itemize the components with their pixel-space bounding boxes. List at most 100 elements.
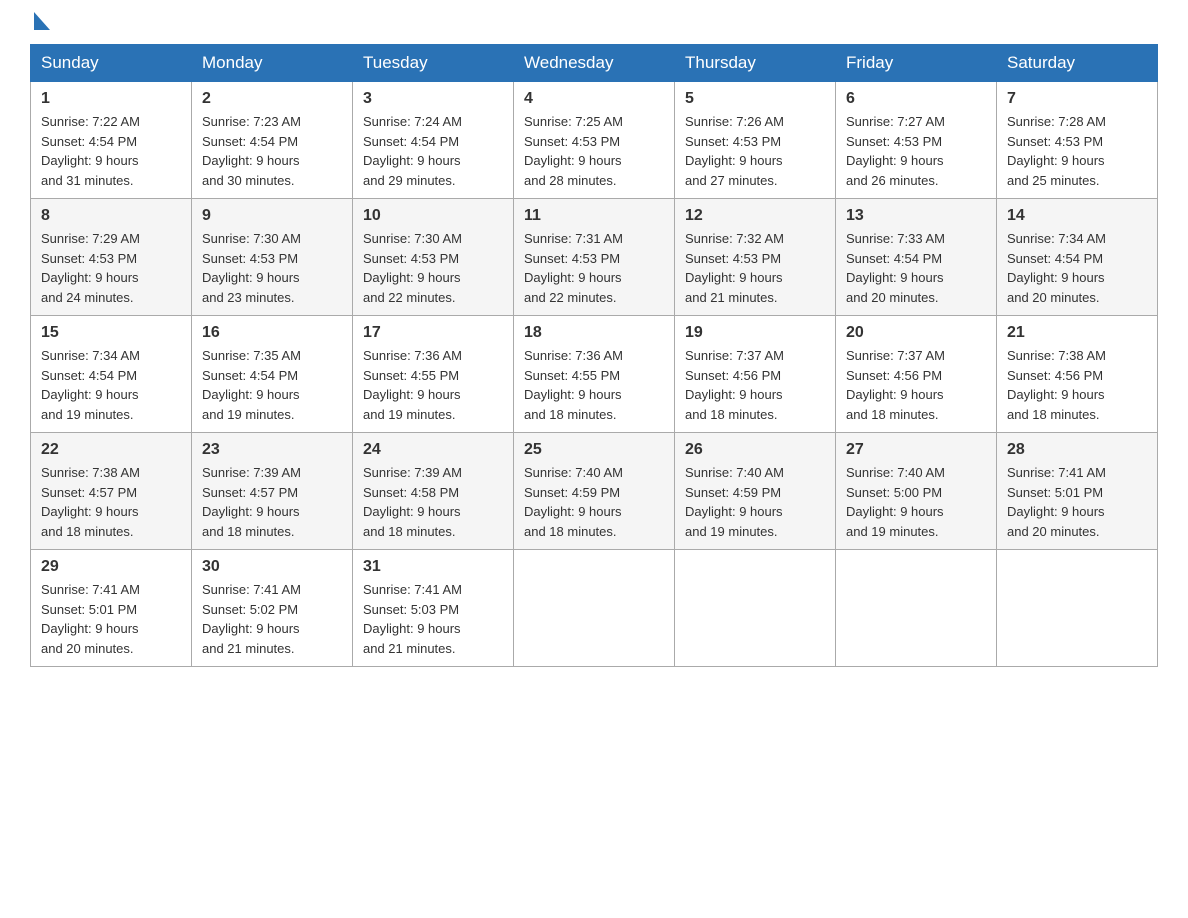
- calendar-cell: 16 Sunrise: 7:35 AMSunset: 4:54 PMDaylig…: [192, 316, 353, 433]
- calendar-cell: 25 Sunrise: 7:40 AMSunset: 4:59 PMDaylig…: [514, 433, 675, 550]
- day-info: Sunrise: 7:31 AMSunset: 4:53 PMDaylight:…: [524, 231, 623, 305]
- day-info: Sunrise: 7:24 AMSunset: 4:54 PMDaylight:…: [363, 114, 462, 188]
- day-info: Sunrise: 7:39 AMSunset: 4:58 PMDaylight:…: [363, 465, 462, 539]
- day-number: 23: [202, 441, 342, 459]
- calendar-cell: 21 Sunrise: 7:38 AMSunset: 4:56 PMDaylig…: [997, 316, 1158, 433]
- day-info: Sunrise: 7:33 AMSunset: 4:54 PMDaylight:…: [846, 231, 945, 305]
- calendar-cell: 18 Sunrise: 7:36 AMSunset: 4:55 PMDaylig…: [514, 316, 675, 433]
- calendar-cell: 17 Sunrise: 7:36 AMSunset: 4:55 PMDaylig…: [353, 316, 514, 433]
- calendar-cell: 11 Sunrise: 7:31 AMSunset: 4:53 PMDaylig…: [514, 199, 675, 316]
- day-info: Sunrise: 7:30 AMSunset: 4:53 PMDaylight:…: [202, 231, 301, 305]
- calendar-cell: 10 Sunrise: 7:30 AMSunset: 4:53 PMDaylig…: [353, 199, 514, 316]
- day-info: Sunrise: 7:40 AMSunset: 5:00 PMDaylight:…: [846, 465, 945, 539]
- calendar-cell: 22 Sunrise: 7:38 AMSunset: 4:57 PMDaylig…: [31, 433, 192, 550]
- day-info: Sunrise: 7:41 AMSunset: 5:03 PMDaylight:…: [363, 582, 462, 656]
- calendar-cell: 26 Sunrise: 7:40 AMSunset: 4:59 PMDaylig…: [675, 433, 836, 550]
- day-number: 5: [685, 90, 825, 108]
- weekday-header-row: SundayMondayTuesdayWednesdayThursdayFrid…: [31, 45, 1158, 82]
- calendar-cell: 23 Sunrise: 7:39 AMSunset: 4:57 PMDaylig…: [192, 433, 353, 550]
- day-number: 9: [202, 207, 342, 225]
- day-number: 30: [202, 558, 342, 576]
- calendar-table: SundayMondayTuesdayWednesdayThursdayFrid…: [30, 44, 1158, 667]
- day-number: 13: [846, 207, 986, 225]
- logo: [30, 20, 50, 24]
- calendar-cell: 15 Sunrise: 7:34 AMSunset: 4:54 PMDaylig…: [31, 316, 192, 433]
- calendar-cell: 3 Sunrise: 7:24 AMSunset: 4:54 PMDayligh…: [353, 82, 514, 199]
- day-info: Sunrise: 7:41 AMSunset: 5:02 PMDaylight:…: [202, 582, 301, 656]
- calendar-week-row: 22 Sunrise: 7:38 AMSunset: 4:57 PMDaylig…: [31, 433, 1158, 550]
- calendar-week-row: 29 Sunrise: 7:41 AMSunset: 5:01 PMDaylig…: [31, 550, 1158, 667]
- day-info: Sunrise: 7:29 AMSunset: 4:53 PMDaylight:…: [41, 231, 140, 305]
- day-number: 2: [202, 90, 342, 108]
- day-info: Sunrise: 7:22 AMSunset: 4:54 PMDaylight:…: [41, 114, 140, 188]
- weekday-header-saturday: Saturday: [997, 45, 1158, 82]
- weekday-header-friday: Friday: [836, 45, 997, 82]
- calendar-cell: [997, 550, 1158, 667]
- calendar-week-row: 8 Sunrise: 7:29 AMSunset: 4:53 PMDayligh…: [31, 199, 1158, 316]
- calendar-cell: 12 Sunrise: 7:32 AMSunset: 4:53 PMDaylig…: [675, 199, 836, 316]
- calendar-cell: 28 Sunrise: 7:41 AMSunset: 5:01 PMDaylig…: [997, 433, 1158, 550]
- day-number: 20: [846, 324, 986, 342]
- day-number: 12: [685, 207, 825, 225]
- day-info: Sunrise: 7:25 AMSunset: 4:53 PMDaylight:…: [524, 114, 623, 188]
- calendar-cell: 14 Sunrise: 7:34 AMSunset: 4:54 PMDaylig…: [997, 199, 1158, 316]
- day-info: Sunrise: 7:36 AMSunset: 4:55 PMDaylight:…: [363, 348, 462, 422]
- calendar-cell: 31 Sunrise: 7:41 AMSunset: 5:03 PMDaylig…: [353, 550, 514, 667]
- day-info: Sunrise: 7:40 AMSunset: 4:59 PMDaylight:…: [524, 465, 623, 539]
- day-info: Sunrise: 7:39 AMSunset: 4:57 PMDaylight:…: [202, 465, 301, 539]
- calendar-cell: 30 Sunrise: 7:41 AMSunset: 5:02 PMDaylig…: [192, 550, 353, 667]
- calendar-week-row: 15 Sunrise: 7:34 AMSunset: 4:54 PMDaylig…: [31, 316, 1158, 433]
- day-number: 1: [41, 90, 181, 108]
- day-number: 11: [524, 207, 664, 225]
- weekday-header-tuesday: Tuesday: [353, 45, 514, 82]
- calendar-cell: 7 Sunrise: 7:28 AMSunset: 4:53 PMDayligh…: [997, 82, 1158, 199]
- day-info: Sunrise: 7:40 AMSunset: 4:59 PMDaylight:…: [685, 465, 784, 539]
- calendar-cell: 24 Sunrise: 7:39 AMSunset: 4:58 PMDaylig…: [353, 433, 514, 550]
- logo-arrow-icon: [34, 12, 50, 30]
- weekday-header-thursday: Thursday: [675, 45, 836, 82]
- day-info: Sunrise: 7:38 AMSunset: 4:56 PMDaylight:…: [1007, 348, 1106, 422]
- day-info: Sunrise: 7:30 AMSunset: 4:53 PMDaylight:…: [363, 231, 462, 305]
- calendar-cell: 2 Sunrise: 7:23 AMSunset: 4:54 PMDayligh…: [192, 82, 353, 199]
- calendar-cell: 27 Sunrise: 7:40 AMSunset: 5:00 PMDaylig…: [836, 433, 997, 550]
- day-info: Sunrise: 7:28 AMSunset: 4:53 PMDaylight:…: [1007, 114, 1106, 188]
- weekday-header-sunday: Sunday: [31, 45, 192, 82]
- calendar-cell: 19 Sunrise: 7:37 AMSunset: 4:56 PMDaylig…: [675, 316, 836, 433]
- day-number: 28: [1007, 441, 1147, 459]
- day-number: 21: [1007, 324, 1147, 342]
- day-number: 19: [685, 324, 825, 342]
- day-number: 29: [41, 558, 181, 576]
- day-number: 3: [363, 90, 503, 108]
- weekday-header-monday: Monday: [192, 45, 353, 82]
- day-info: Sunrise: 7:34 AMSunset: 4:54 PMDaylight:…: [1007, 231, 1106, 305]
- page-header: [30, 20, 1158, 24]
- calendar-cell: [675, 550, 836, 667]
- day-number: 7: [1007, 90, 1147, 108]
- calendar-cell: 13 Sunrise: 7:33 AMSunset: 4:54 PMDaylig…: [836, 199, 997, 316]
- day-number: 8: [41, 207, 181, 225]
- calendar-cell: [514, 550, 675, 667]
- calendar-cell: 5 Sunrise: 7:26 AMSunset: 4:53 PMDayligh…: [675, 82, 836, 199]
- calendar-cell: 1 Sunrise: 7:22 AMSunset: 4:54 PMDayligh…: [31, 82, 192, 199]
- calendar-cell: 4 Sunrise: 7:25 AMSunset: 4:53 PMDayligh…: [514, 82, 675, 199]
- calendar-cell: 20 Sunrise: 7:37 AMSunset: 4:56 PMDaylig…: [836, 316, 997, 433]
- day-number: 22: [41, 441, 181, 459]
- day-info: Sunrise: 7:26 AMSunset: 4:53 PMDaylight:…: [685, 114, 784, 188]
- calendar-cell: 9 Sunrise: 7:30 AMSunset: 4:53 PMDayligh…: [192, 199, 353, 316]
- day-info: Sunrise: 7:41 AMSunset: 5:01 PMDaylight:…: [1007, 465, 1106, 539]
- day-info: Sunrise: 7:36 AMSunset: 4:55 PMDaylight:…: [524, 348, 623, 422]
- day-number: 27: [846, 441, 986, 459]
- day-number: 4: [524, 90, 664, 108]
- day-info: Sunrise: 7:27 AMSunset: 4:53 PMDaylight:…: [846, 114, 945, 188]
- day-info: Sunrise: 7:38 AMSunset: 4:57 PMDaylight:…: [41, 465, 140, 539]
- day-info: Sunrise: 7:34 AMSunset: 4:54 PMDaylight:…: [41, 348, 140, 422]
- day-number: 10: [363, 207, 503, 225]
- calendar-cell: 6 Sunrise: 7:27 AMSunset: 4:53 PMDayligh…: [836, 82, 997, 199]
- day-number: 15: [41, 324, 181, 342]
- day-number: 17: [363, 324, 503, 342]
- day-number: 18: [524, 324, 664, 342]
- day-number: 16: [202, 324, 342, 342]
- calendar-cell: 8 Sunrise: 7:29 AMSunset: 4:53 PMDayligh…: [31, 199, 192, 316]
- day-number: 14: [1007, 207, 1147, 225]
- day-number: 25: [524, 441, 664, 459]
